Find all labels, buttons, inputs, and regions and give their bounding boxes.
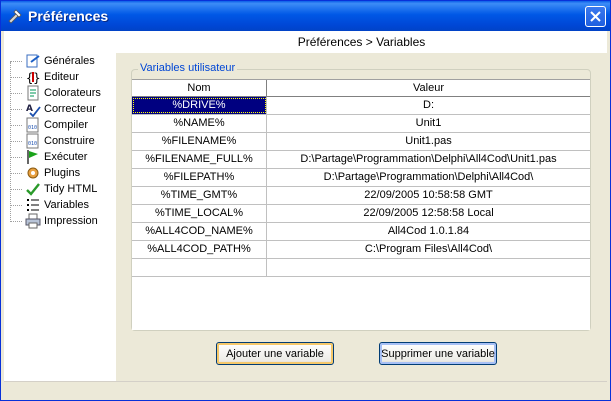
variable-value-cell[interactable]: D:\Partage\Programmation\Delphi\All4Cod\ xyxy=(267,169,590,186)
braces-icon: {} xyxy=(25,69,41,85)
variables-panel: Variables utilisateur Nom Valeur %DRIVE%… xyxy=(116,53,607,381)
tree-item-tidy-html[interactable]: Tidy HTML xyxy=(10,181,97,197)
variable-value-cell[interactable]: D:\Partage\Programmation\Delphi\All4Cod\… xyxy=(267,151,590,168)
variable-name-cell[interactable]: %TIME_GMT% xyxy=(132,187,267,204)
variable-value-cell[interactable]: 22/09/2005 12:58:58 Local xyxy=(267,205,590,222)
close-icon xyxy=(590,11,601,22)
svg-text:010: 010 xyxy=(28,125,37,131)
tree-item-label: Construire xyxy=(44,135,95,147)
binary-document-icon: 010 xyxy=(25,133,41,149)
tree-item-label: Plugins xyxy=(44,167,81,179)
variable-value-cell[interactable]: 22/09/2005 10:58:58 GMT xyxy=(267,187,590,204)
tree-item-construire[interactable]: 010 Construire xyxy=(10,133,95,149)
tree-item-label: Editeur xyxy=(44,71,79,83)
settings-pane: Préférences > Variables Variables utilis… xyxy=(116,31,607,381)
table-row[interactable]: %ALL4COD_PATH% C:\Program Files\All4Cod\ xyxy=(132,241,590,259)
table-row[interactable] xyxy=(132,259,590,277)
tree-item-label: Compiler xyxy=(44,119,89,131)
app-icon xyxy=(7,8,23,24)
variable-value-cell[interactable]: Unit1 xyxy=(267,115,590,132)
green-flag-icon xyxy=(25,149,41,165)
table-row[interactable]: %TIME_GMT% 22/09/2005 10:58:58 GMT xyxy=(132,187,590,205)
svg-text:010: 010 xyxy=(28,141,37,147)
column-header-name[interactable]: Nom xyxy=(132,80,267,96)
variable-value-cell[interactable] xyxy=(267,259,590,276)
general-settings-icon xyxy=(25,53,41,69)
variable-name-cell[interactable] xyxy=(132,259,267,276)
tree-item-compiler[interactable]: 010 Compiler xyxy=(10,117,88,133)
user-variables-group: Variables utilisateur Nom Valeur %DRIVE%… xyxy=(131,62,591,331)
variable-value-cell[interactable]: D: xyxy=(267,97,590,114)
svg-text:A: A xyxy=(26,104,33,114)
variable-name-cell[interactable]: %ALL4COD_NAME% xyxy=(132,223,267,240)
tree-item-label: Correcteur xyxy=(44,103,96,115)
table-row[interactable]: %FILENAME% Unit1.pas xyxy=(132,133,590,151)
color-document-icon xyxy=(25,85,41,101)
tree-item-label: Générales xyxy=(44,55,95,67)
table-row[interactable]: %DRIVE% D: xyxy=(132,97,590,115)
close-button[interactable] xyxy=(585,6,606,27)
variable-value-cell[interactable]: Unit1.pas xyxy=(267,133,590,150)
grid-header: Nom Valeur xyxy=(132,80,590,97)
tree-item-label: Tidy HTML xyxy=(44,183,98,195)
variable-name-cell[interactable]: %FILEPATH% xyxy=(132,169,267,186)
variable-name-cell[interactable]: %FILENAME% xyxy=(132,133,267,150)
variable-name-cell[interactable]: %NAME% xyxy=(132,115,267,132)
tree-item-generales[interactable]: Générales xyxy=(10,53,95,69)
list-icon xyxy=(25,197,41,213)
variable-name-cell[interactable]: %DRIVE% xyxy=(132,97,267,114)
tree-item-colorateurs[interactable]: Colorateurs xyxy=(10,85,101,101)
column-header-value[interactable]: Valeur xyxy=(267,80,590,96)
variable-value-cell[interactable]: C:\Program Files\All4Cod\ xyxy=(267,241,590,258)
grid-body: %DRIVE% D: %NAME% Unit1 %FILENAME% Unit1… xyxy=(132,97,590,277)
group-legend: Variables utilisateur xyxy=(138,62,238,74)
title-bar[interactable]: Préférences xyxy=(1,1,610,31)
tree-item-label: Variables xyxy=(44,199,90,211)
tree-item-plugins[interactable]: Plugins xyxy=(10,165,80,181)
plugin-gear-icon xyxy=(25,165,41,181)
tree-item-label: Colorateurs xyxy=(44,87,101,99)
printer-icon xyxy=(25,213,41,229)
variable-name-cell[interactable]: %TIME_LOCAL% xyxy=(132,205,267,222)
delete-variable-button[interactable]: Supprimer une variable xyxy=(379,342,497,365)
table-row[interactable]: %FILEPATH% D:\Partage\Programmation\Delp… xyxy=(132,169,590,187)
variable-value-cell[interactable]: All4Cod 1.0.1.84 xyxy=(267,223,590,240)
category-tree: Générales {} Editeur Colorateurs A Corre… xyxy=(4,31,116,381)
spellcheck-icon: A xyxy=(25,101,41,117)
table-row[interactable]: %NAME% Unit1 xyxy=(132,115,590,133)
tree-item-label: Exécuter xyxy=(44,151,88,163)
dialog-client-area: Générales {} Editeur Colorateurs A Corre… xyxy=(4,31,607,398)
checkmark-icon xyxy=(25,181,41,197)
variable-name-cell[interactable]: %ALL4COD_PATH% xyxy=(132,241,267,258)
variables-grid[interactable]: Nom Valeur %DRIVE% D: %NAME% Unit1 %FILE… xyxy=(132,79,590,330)
preferences-window: Préférences Générales {} Editeur Colorat… xyxy=(0,0,611,401)
breadcrumb: Préférences > Variables xyxy=(297,35,426,49)
tree-item-variables[interactable]: Variables xyxy=(10,197,89,213)
add-variable-button[interactable]: Ajouter une variable xyxy=(216,342,334,365)
tree-item-impression[interactable]: Impression xyxy=(10,213,98,229)
tree-item-executer[interactable]: Exécuter xyxy=(10,149,87,165)
table-row[interactable]: %ALL4COD_NAME% All4Cod 1.0.1.84 xyxy=(132,223,590,241)
window-title: Préférences xyxy=(28,8,109,24)
table-row[interactable]: %FILENAME_FULL% D:\Partage\Programmation… xyxy=(132,151,590,169)
status-bar xyxy=(4,381,607,398)
tree-item-correcteur[interactable]: A Correcteur xyxy=(10,101,96,117)
table-row[interactable]: %TIME_LOCAL% 22/09/2005 12:58:58 Local xyxy=(132,205,590,223)
tree-item-label: Impression xyxy=(44,215,98,227)
tree-item-editeur[interactable]: {} Editeur xyxy=(10,69,79,85)
variable-name-cell[interactable]: %FILENAME_FULL% xyxy=(132,151,267,168)
binary-document-icon: 010 xyxy=(25,117,41,133)
